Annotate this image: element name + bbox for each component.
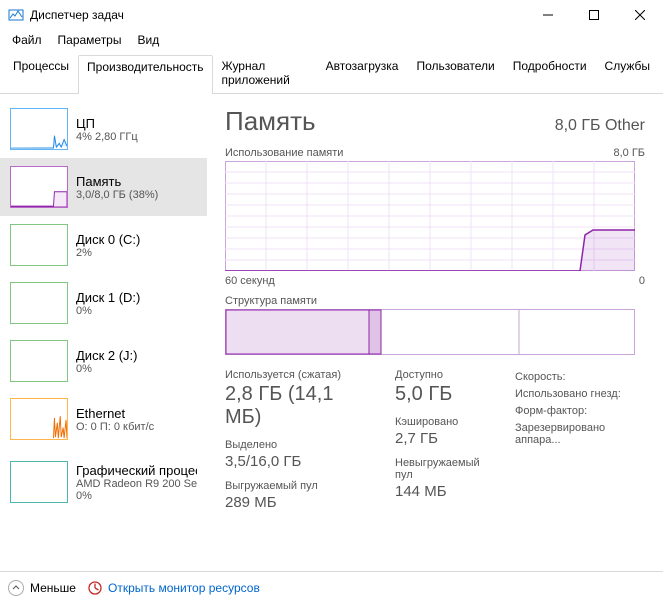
sidebar-item-cpu[interactable]: ЦП 4% 2,80 ГГц [0,100,207,158]
detail-title: Память [225,106,316,137]
cached-value: 2,7 ГБ [395,430,495,447]
gpu-sub: AMD Radeon R9 200 Series [76,478,197,490]
tabbar: Процессы Производительность Журнал прило… [0,50,663,94]
in-use-value: 2,8 ГБ (14,1 МБ) [225,383,375,429]
sidebar-item-memory[interactable]: Память 3,0/8,0 ГБ (38%) [0,158,207,216]
ethernet-title: Ethernet [76,406,154,421]
axis-left: 60 секунд [225,275,275,287]
tab-details[interactable]: Подробности [504,54,596,93]
detail-capacity: 8,0 ГБ Other [555,117,645,135]
gpu-title: Графический процессор 0 [76,463,197,478]
sidebar-item-gpu[interactable]: Графический процессор 0 AMD Radeon R9 20… [0,448,207,516]
composition-label: Структура памяти [225,295,317,307]
committed-label: Выделено [225,439,375,451]
nonpaged-value: 144 МБ [395,483,495,500]
disk2-sub: 0% [76,363,137,375]
disk1-sub: 0% [76,305,140,317]
fewer-label: Меньше [30,581,76,595]
memory-title: Память [76,174,158,189]
close-button[interactable] [617,0,663,30]
gpu-sub2: 0% [76,490,197,502]
disk0-title: Диск 0 (C:) [76,232,140,247]
disk2-title: Диск 2 (J:) [76,348,137,363]
sidebar-item-ethernet[interactable]: Ethernet О: 0 П: 0 кбит/с [0,390,207,448]
paged-label: Выгружаемый пул [225,480,375,492]
slots-label: Использовано гнезд: [515,388,621,400]
disk1-title: Диск 1 (D:) [76,290,140,305]
committed-value: 3,5/16,0 ГБ [225,453,375,470]
sidebar: ЦП 4% 2,80 ГГц Память 3,0/8,0 ГБ (38%) Д… [0,94,207,571]
paged-value: 289 МБ [225,494,375,511]
menu-view[interactable]: Вид [129,31,167,49]
bottom-bar: Меньше Открыть монитор ресурсов [0,571,663,604]
rmon-label: Открыть монитор ресурсов [108,581,260,595]
open-resource-monitor-link[interactable]: Открыть монитор ресурсов [88,581,260,595]
nonpaged-label: Невыгружаемый пул [395,457,495,481]
memory-composition-chart[interactable] [225,309,645,355]
sidebar-item-disk2[interactable]: Диск 2 (J:) 0% [0,332,207,390]
menu-options[interactable]: Параметры [50,31,130,49]
tab-services[interactable]: Службы [596,54,659,93]
sidebar-item-disk0[interactable]: Диск 0 (C:) 2% [0,216,207,274]
tab-processes[interactable]: Процессы [4,54,78,93]
usage-label: Использование памяти [225,147,343,159]
window-title: Диспетчер задач [30,8,525,22]
usage-max: 8,0 ГБ [613,147,645,159]
maximize-button[interactable] [571,0,617,30]
avail-value: 5,0 ГБ [395,383,495,406]
resource-monitor-icon [88,581,102,595]
ethernet-sub: О: 0 П: 0 кбит/с [76,421,154,433]
tab-users[interactable]: Пользователи [407,54,503,93]
sidebar-item-disk1[interactable]: Диск 1 (D:) 0% [0,274,207,332]
reserved-label: Зарезервировано аппара... [515,422,641,446]
cached-label: Кэшировано [395,416,495,428]
memory-usage-chart[interactable] [225,161,645,271]
tab-app-history[interactable]: Журнал приложений [213,54,317,93]
avail-label: Доступно [395,369,495,381]
cpu-sub: 4% 2,80 ГГц [76,131,138,143]
app-icon [8,7,24,23]
memory-sub: 3,0/8,0 ГБ (38%) [76,189,158,201]
axis-right: 0 [639,275,645,287]
minimize-button[interactable] [525,0,571,30]
cpu-title: ЦП [76,116,138,131]
detail-pane: Память 8,0 ГБ Other Использование памяти… [207,94,663,571]
tab-performance[interactable]: Производительность [78,55,212,94]
form-label: Форм-фактор: [515,405,587,417]
speed-label: Скорость: [515,371,566,383]
in-use-label: Используется (сжатая) [225,369,375,381]
menu-file[interactable]: Файл [4,31,50,49]
menubar: Файл Параметры Вид [0,30,663,50]
tab-startup[interactable]: Автозагрузка [317,54,408,93]
disk0-sub: 2% [76,247,140,259]
